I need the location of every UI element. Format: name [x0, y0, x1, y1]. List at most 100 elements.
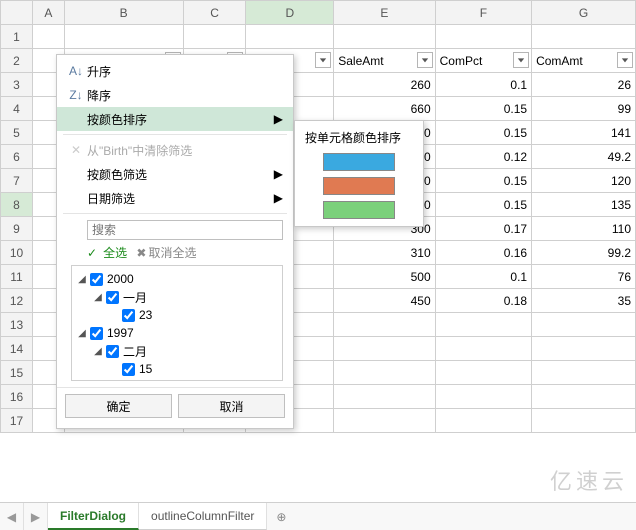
sort-by-color-item[interactable]: 按颜色排序 ▶ [57, 107, 293, 131]
row-header[interactable]: 3 [1, 73, 33, 97]
col-header-b[interactable]: B [64, 1, 183, 25]
cell[interactable]: 35 [532, 289, 636, 313]
filter-button[interactable] [417, 52, 433, 68]
header-comamt[interactable]: ComAmt [532, 49, 636, 73]
row-header[interactable]: 1 [1, 25, 33, 49]
cell[interactable]: 141 [532, 121, 636, 145]
sort-asc-item[interactable]: A↓ 升序 [57, 59, 293, 83]
tree-checkbox[interactable] [122, 363, 135, 376]
cell[interactable]: 0.17 [435, 217, 531, 241]
filter-checkbox-tree[interactable]: ◢2000 ◢一月 23 ◢1997 ◢二月 15 ◢四月 01 [71, 265, 283, 381]
row-header[interactable]: 12 [1, 289, 33, 313]
sheet-tab[interactable]: outlineColumnFilter [139, 503, 267, 530]
row-header[interactable]: 9 [1, 217, 33, 241]
row-header[interactable]: 8 [1, 193, 33, 217]
tree-checkbox[interactable] [106, 291, 119, 304]
filter-button[interactable] [617, 52, 633, 68]
col-header-a[interactable]: A [33, 1, 65, 25]
tree-item[interactable]: ◢2000 [76, 270, 278, 288]
cell[interactable]: 0.18 [435, 289, 531, 313]
cell[interactable]: 0.12 [435, 145, 531, 169]
row-header[interactable]: 2 [1, 49, 33, 73]
cell[interactable]: 0.15 [435, 193, 531, 217]
tree-item[interactable]: ◢二月 [76, 342, 278, 360]
row-header[interactable]: 10 [1, 241, 33, 265]
cell[interactable]: 310 [334, 241, 435, 265]
cell[interactable]: 0.15 [435, 121, 531, 145]
corner-cell[interactable] [1, 1, 33, 25]
date-filter-label: 日期筛选 [87, 190, 135, 207]
cell[interactable]: 76 [532, 265, 636, 289]
cancel-button[interactable]: 取消 [178, 394, 285, 418]
cell[interactable]: 99.2 [532, 241, 636, 265]
tree-item[interactable]: 23 [76, 306, 278, 324]
sort-asc-icon: A↓ [65, 64, 87, 78]
row-header[interactable]: 7 [1, 169, 33, 193]
filter-button[interactable] [315, 52, 331, 68]
filter-by-color-item[interactable]: 按颜色筛选 ▶ [57, 162, 293, 186]
submenu-title: 按单元格颜色排序 [295, 125, 423, 150]
tab-nav-prev[interactable]: ▶ [24, 503, 48, 530]
cell[interactable]: 49.2 [532, 145, 636, 169]
cell[interactable]: 26 [532, 73, 636, 97]
tree-checkbox[interactable] [90, 273, 103, 286]
cell[interactable]: 99 [532, 97, 636, 121]
tree-item[interactable]: ◢1997 [76, 324, 278, 342]
col-header-e[interactable]: E [334, 1, 435, 25]
col-header-d[interactable]: D [246, 1, 334, 25]
cell[interactable]: 0.15 [435, 97, 531, 121]
tree-checkbox[interactable] [90, 327, 103, 340]
color-swatch-green[interactable] [323, 201, 395, 219]
cell[interactable]: 0.1 [435, 265, 531, 289]
row-header[interactable]: 5 [1, 121, 33, 145]
row-header[interactable]: 4 [1, 97, 33, 121]
cell[interactable]: 135 [532, 193, 636, 217]
tab-nav-first[interactable]: ◀ [0, 503, 24, 530]
header-saleamt[interactable]: SaleAmt [334, 49, 435, 73]
sheet-tab-active[interactable]: FilterDialog [48, 503, 139, 530]
filter-button[interactable] [513, 52, 529, 68]
deselect-all-link[interactable]: 取消全选 [148, 246, 196, 260]
cell[interactable]: 0.15 [435, 169, 531, 193]
ok-button[interactable]: 确定 [65, 394, 172, 418]
color-swatch-blue[interactable] [323, 153, 395, 171]
date-filter-item[interactable]: 日期筛选 ▶ [57, 186, 293, 210]
submenu-arrow-icon: ▶ [274, 112, 283, 126]
cell[interactable]: 0.16 [435, 241, 531, 265]
sort-desc-item[interactable]: Z↓ 降序 [57, 83, 293, 107]
cell[interactable]: 120 [532, 169, 636, 193]
row-header[interactable]: 17 [1, 409, 33, 433]
cell[interactable]: 450 [334, 289, 435, 313]
select-all-link[interactable]: 全选 [103, 246, 127, 260]
row-header[interactable]: 6 [1, 145, 33, 169]
collapse-icon[interactable]: ◢ [76, 328, 88, 339]
color-swatch-orange[interactable] [323, 177, 395, 195]
row-header[interactable]: 13 [1, 313, 33, 337]
sheet-tabstrip: ◀ ▶ FilterDialog outlineColumnFilter ⊕ [0, 502, 636, 530]
tree-checkbox[interactable] [106, 345, 119, 358]
tree-checkbox[interactable] [122, 309, 135, 322]
tree-checkbox[interactable] [106, 381, 119, 382]
sort-desc-label: 降序 [87, 87, 111, 104]
row-header[interactable]: 11 [1, 265, 33, 289]
add-sheet-button[interactable]: ⊕ [267, 503, 295, 530]
tree-item[interactable]: ◢一月 [76, 288, 278, 306]
row-header[interactable]: 14 [1, 337, 33, 361]
collapse-icon[interactable]: ◢ [92, 346, 104, 357]
cell[interactable]: 660 [334, 97, 435, 121]
tree-item[interactable]: ◢四月 [76, 378, 278, 381]
cell[interactable]: 500 [334, 265, 435, 289]
row-header[interactable]: 15 [1, 361, 33, 385]
collapse-icon[interactable]: ◢ [76, 274, 88, 285]
col-header-g[interactable]: G [532, 1, 636, 25]
cell[interactable]: 260 [334, 73, 435, 97]
header-compct[interactable]: ComPct [435, 49, 531, 73]
row-header[interactable]: 16 [1, 385, 33, 409]
col-header-f[interactable]: F [435, 1, 531, 25]
search-input[interactable] [87, 220, 283, 240]
cell[interactable]: 110 [532, 217, 636, 241]
col-header-c[interactable]: C [183, 1, 246, 25]
tree-item[interactable]: 15 [76, 360, 278, 378]
collapse-icon[interactable]: ◢ [92, 292, 104, 303]
cell[interactable]: 0.1 [435, 73, 531, 97]
